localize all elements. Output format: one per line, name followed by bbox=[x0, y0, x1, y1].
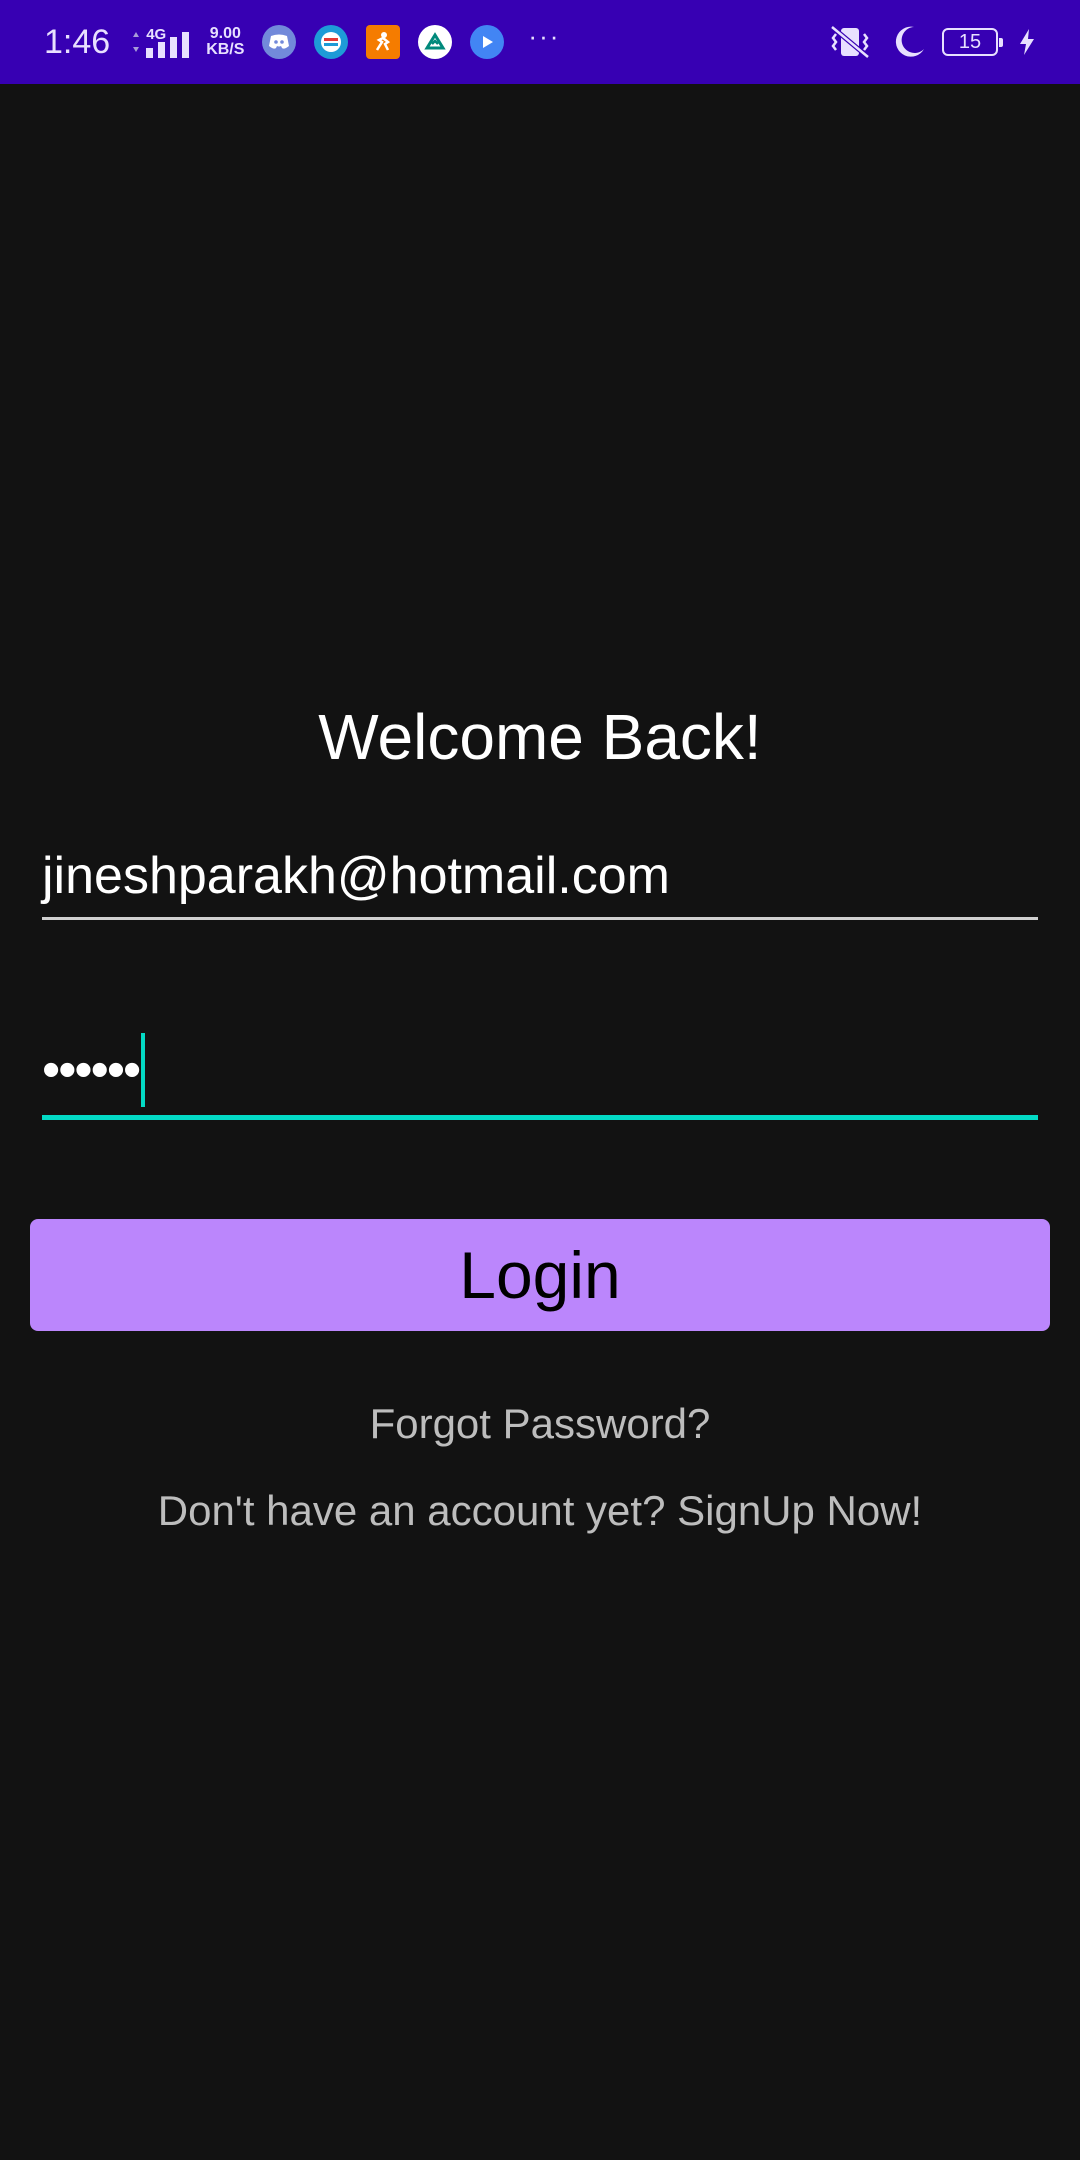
network-indicator: 4G bbox=[132, 27, 192, 58]
speed-unit: KB/S bbox=[206, 41, 245, 58]
status-bar: 1:46 4G 9.00 KB/S ··· 15 bbox=[0, 0, 1080, 84]
status-bar-right: 15 bbox=[828, 23, 1036, 61]
email-value: jineshparakh@hotmail.com bbox=[42, 847, 670, 905]
clock: 1:46 bbox=[44, 22, 111, 61]
app-icon-green bbox=[418, 25, 453, 59]
data-arrows-icon bbox=[133, 32, 140, 52]
login-screen: 1:46 4G 9.00 KB/S ··· 15 Welcome Back! j… bbox=[0, 0, 1080, 2160]
battery-icon: 15 bbox=[942, 28, 1003, 56]
page-title: Welcome Back! bbox=[318, 701, 762, 773]
charging-icon bbox=[1020, 29, 1034, 55]
app-icon-blue bbox=[314, 25, 349, 59]
text-cursor bbox=[141, 1033, 146, 1107]
email-field[interactable]: jineshparakh@hotmail.com bbox=[42, 840, 1038, 920]
forgot-password-link[interactable]: Forgot Password? bbox=[0, 1400, 1080, 1448]
play-icon bbox=[470, 25, 505, 59]
moon-icon bbox=[895, 26, 924, 57]
status-bar-left: 1:46 4G 9.00 KB/S ··· bbox=[44, 23, 560, 62]
signal-icon bbox=[146, 31, 190, 58]
battery-level: 15 bbox=[958, 30, 982, 53]
more-notifications-icon: ··· bbox=[528, 21, 561, 51]
signup-link[interactable]: Don't have an account yet? SignUp Now! bbox=[0, 1487, 1080, 1535]
login-button[interactable]: Login bbox=[30, 1219, 1050, 1331]
network-speed: 9.00 KB/S bbox=[206, 26, 244, 58]
app-icon-orange bbox=[366, 25, 401, 59]
password-field[interactable]: •••••• bbox=[42, 1030, 1038, 1120]
speed-value: 9.00 bbox=[209, 25, 241, 42]
vibrate-icon bbox=[830, 25, 870, 59]
discord-icon bbox=[262, 25, 297, 59]
password-value: •••••• bbox=[42, 1041, 141, 1099]
